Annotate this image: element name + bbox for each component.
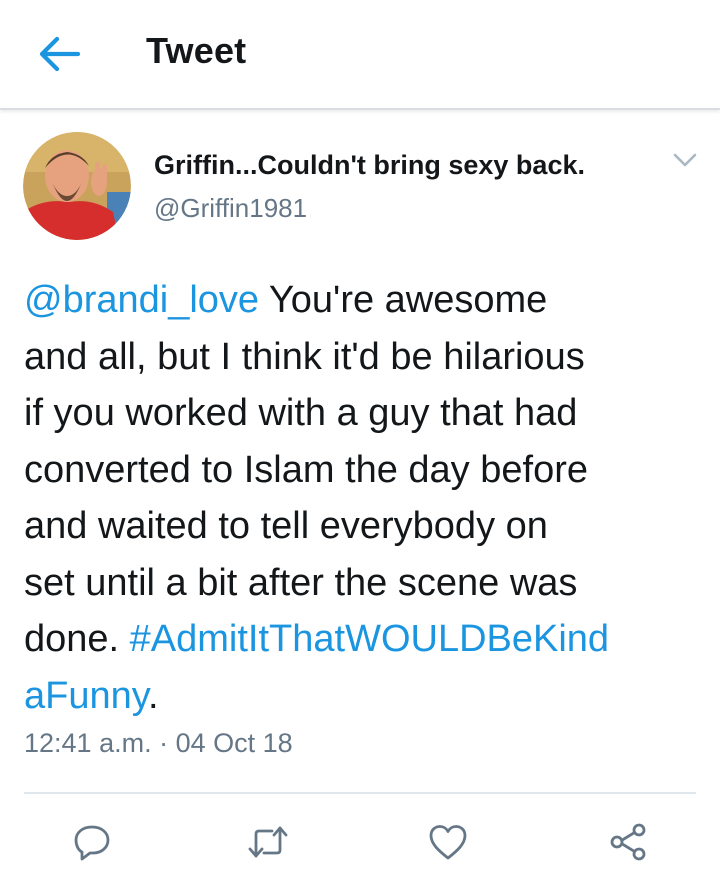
divider — [24, 792, 696, 794]
share-icon — [610, 823, 646, 861]
hashtag-link[interactable]: aFunny — [24, 675, 148, 717]
tweet-text-segment: and waited to tell everybody on — [24, 505, 548, 547]
tweet-text-segment: converted to Islam the day before — [24, 448, 588, 491]
arrow-left-icon — [39, 36, 81, 72]
tweet-text-segment: set until a bit after the scene was — [24, 561, 578, 604]
top-app-bar: Tweet — [0, 0, 720, 110]
tweet-text-line: aFunny. — [24, 668, 704, 725]
back-button[interactable] — [34, 34, 84, 74]
tweet-text-line: @brandi_love You're awesome — [24, 272, 704, 329]
tweet-text-line: and all, but I think it'd be hilarious — [24, 329, 704, 386]
avatar[interactable] — [23, 132, 131, 240]
share-button[interactable] — [606, 820, 650, 864]
tweet-text-line: and waited to tell everybody on — [24, 498, 704, 555]
retweet-icon — [248, 826, 288, 858]
tweet-text-segment: . — [147, 674, 159, 717]
tweet-text-segment: done. — [24, 618, 130, 660]
tweet-text-segment: and all, but I think it'd be hilarious — [24, 335, 585, 378]
tweet-text-line: done. #AdmitItThatWOULDBeKind — [24, 611, 704, 668]
tweet-timestamp[interactable]: 12:41 a.m. · 04 Oct 18 — [24, 728, 293, 759]
author-handle[interactable]: @Griffin1981 — [154, 193, 307, 224]
mention-link[interactable]: @brandi_love — [24, 279, 259, 321]
retweet-button[interactable] — [246, 820, 290, 864]
page-title: Tweet — [146, 30, 247, 71]
profile-photo — [23, 132, 131, 240]
like-button[interactable] — [426, 820, 470, 864]
hashtag-link[interactable]: #AdmitItThatWOULDBeKind — [130, 618, 609, 660]
tweet-text-line: converted to Islam the day before — [24, 442, 704, 499]
tweet-text-segment: if you worked with a guy that had — [24, 392, 578, 434]
tweet-text-line: if you worked with a guy that had — [24, 385, 704, 442]
chevron-down-icon — [673, 153, 697, 167]
tweet-text-segment: You're awesome — [259, 279, 548, 321]
tweet-menu-button[interactable] — [672, 150, 698, 170]
reply-icon — [74, 825, 110, 861]
reply-button[interactable] — [70, 820, 114, 864]
tweet-text-line: set until a bit after the scene was — [24, 555, 704, 612]
heart-icon — [429, 825, 467, 860]
author-display-name[interactable]: Griffin...Couldn't bring sexy back. — [154, 150, 585, 181]
tweet-text: @brandi_love You're awesome and all, but … — [24, 272, 704, 724]
